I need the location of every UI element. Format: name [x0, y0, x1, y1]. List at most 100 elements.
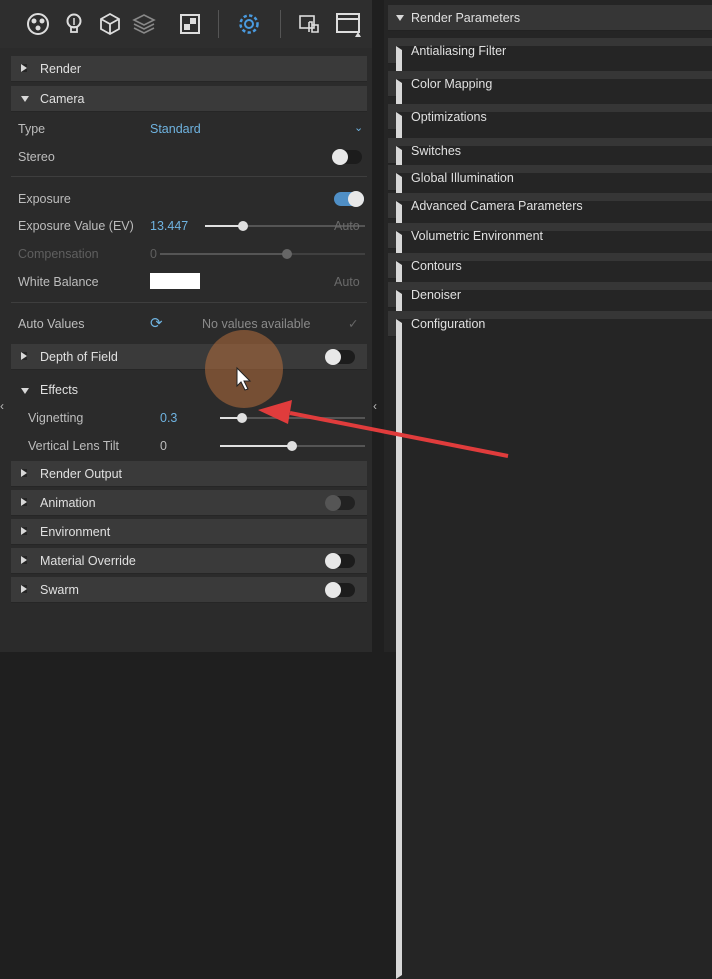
type-label: Type	[18, 122, 46, 136]
collapse-arrow-icon	[21, 96, 29, 102]
exposure-auto-label[interactable]: Auto	[334, 219, 360, 233]
section-label: Global Illumination	[411, 171, 514, 185]
white-balance-auto-label[interactable]: Auto	[334, 275, 360, 289]
auto-values-label: Auto Values	[18, 317, 85, 331]
compensation-slider	[160, 249, 365, 259]
stereo-toggle[interactable]	[332, 149, 362, 165]
section-label: Render Output	[40, 467, 122, 481]
section-render-output[interactable]: Render Output	[11, 461, 367, 487]
window-icon[interactable]	[334, 10, 362, 38]
section-label: Render	[40, 62, 81, 76]
section-label: Animation	[40, 496, 96, 510]
section-swarm[interactable]: Swarm	[11, 577, 367, 603]
divider	[11, 176, 367, 177]
white-balance-swatch[interactable]	[150, 273, 200, 289]
right-section-optimizations[interactable]: Optimizations	[388, 104, 712, 772]
section-label: Volumetric Environment	[411, 229, 544, 243]
collapse-right-chevron-icon[interactable]: ‹	[373, 398, 383, 414]
depth-of-field-toggle[interactable]	[325, 349, 355, 365]
compensation-value: 0	[150, 247, 157, 261]
right-section-contours[interactable]: Contours	[388, 253, 712, 921]
right-section-denoiser[interactable]: Denoiser	[388, 282, 712, 950]
compensation-label: Compensation	[18, 247, 99, 261]
chevron-down-icon[interactable]: ⌄	[354, 121, 363, 134]
section-label: Render Parameters	[411, 11, 521, 25]
touch-render-icon[interactable]	[296, 10, 324, 38]
stereo-label: Stereo	[18, 150, 55, 164]
section-label: Advanced Camera Parameters	[411, 199, 583, 213]
exposure-label: Exposure	[18, 192, 71, 206]
section-animation[interactable]: Animation	[11, 490, 367, 516]
material-ball-icon[interactable]	[24, 10, 52, 38]
stereo-row: Stereo	[0, 145, 372, 169]
expand-arrow-icon	[21, 585, 27, 593]
cursor-highlight	[205, 330, 283, 408]
section-label: Contours	[411, 259, 462, 273]
light-bulb-icon[interactable]	[60, 10, 88, 38]
section-depth-of-field[interactable]: Depth of Field	[11, 344, 367, 370]
animation-toggle[interactable]	[325, 495, 355, 511]
section-label: Environment	[40, 525, 111, 539]
right-section-switches[interactable]: Switches	[388, 138, 712, 806]
checkmark-icon[interactable]: ✓	[348, 316, 358, 331]
white-balance-label: White Balance	[18, 275, 99, 289]
lens-tilt-value[interactable]: 0	[160, 439, 167, 453]
section-label: Swarm	[40, 583, 79, 597]
white-balance-row: White Balance Auto	[0, 270, 372, 294]
right-section-global-illumination[interactable]: Global Illumination	[388, 165, 712, 833]
compensation-row: Compensation 0	[0, 242, 372, 266]
right-section-volumetric-environment[interactable]: Volumetric Environment	[388, 223, 712, 891]
vignetting-value[interactable]: 0.3	[160, 411, 177, 425]
texture-icon[interactable]	[176, 10, 204, 38]
section-label: Depth of Field	[40, 350, 118, 364]
lens-tilt-label: Vertical Lens Tilt	[28, 439, 120, 453]
layers-icon[interactable]	[130, 10, 158, 38]
section-label: Optimizations	[411, 110, 487, 124]
exposure-value-field[interactable]: 13.447	[150, 219, 188, 233]
expand-arrow-icon	[21, 556, 27, 564]
exposure-toggle[interactable]	[334, 191, 364, 207]
toolbar-divider	[280, 10, 281, 38]
vignetting-slider[interactable]	[220, 413, 365, 423]
expand-arrow-icon	[21, 498, 27, 506]
expand-arrow-icon	[21, 64, 27, 72]
section-label: Configuration	[411, 317, 486, 331]
settings-gear-icon[interactable]	[235, 10, 263, 38]
expand-arrow-icon	[396, 319, 712, 979]
effects-label: Effects	[40, 383, 78, 397]
section-label: Color Mapping	[411, 77, 493, 91]
exposure-row: Exposure	[0, 187, 372, 211]
section-render[interactable]: Render	[11, 56, 367, 82]
camera-type-row: Type Standard ⌄	[0, 117, 372, 141]
right-section-antialiasing-filter[interactable]: Antialiasing Filter	[388, 38, 712, 706]
section-label: Antialiasing Filter	[411, 44, 507, 58]
vignetting-label: Vignetting	[28, 411, 84, 425]
vignetting-row: Vignetting 0.3	[0, 406, 372, 430]
effects-header[interactable]: Effects	[0, 378, 372, 402]
auto-values-row: Auto Values ⟳ No values available ✓	[0, 312, 372, 336]
section-material-override[interactable]: Material Override	[11, 548, 367, 574]
expand-arrow-icon	[21, 352, 27, 360]
collapse-arrow-icon	[21, 388, 29, 394]
type-dropdown[interactable]: Standard	[150, 122, 201, 136]
section-label: Camera	[40, 92, 85, 106]
lens-tilt-slider[interactable]	[220, 441, 365, 451]
divider	[11, 302, 367, 303]
section-camera[interactable]: Camera	[11, 86, 367, 112]
right-section-configuration[interactable]: Configuration	[388, 311, 712, 979]
expand-arrow-icon	[21, 527, 27, 535]
collapse-arrow-icon	[396, 15, 404, 21]
section-environment[interactable]: Environment	[11, 519, 367, 545]
panel-splitter[interactable]	[372, 0, 384, 652]
section-label: Switches	[411, 144, 462, 158]
swarm-toggle[interactable]	[325, 582, 355, 598]
cube-icon[interactable]	[96, 10, 124, 38]
material-override-toggle[interactable]	[325, 553, 355, 569]
right-section-advanced-camera-parameters[interactable]: Advanced Camera Parameters	[388, 193, 712, 861]
section-label: Denoiser	[411, 288, 462, 302]
refresh-icon[interactable]: ⟳	[150, 314, 163, 332]
right-section-color-mapping[interactable]: Color Mapping	[388, 71, 712, 739]
auto-values-status: No values available	[202, 317, 311, 331]
lens-tilt-row: Vertical Lens Tilt 0	[0, 434, 372, 458]
right-section-render-parameters[interactable]: Render Parameters	[388, 5, 712, 31]
